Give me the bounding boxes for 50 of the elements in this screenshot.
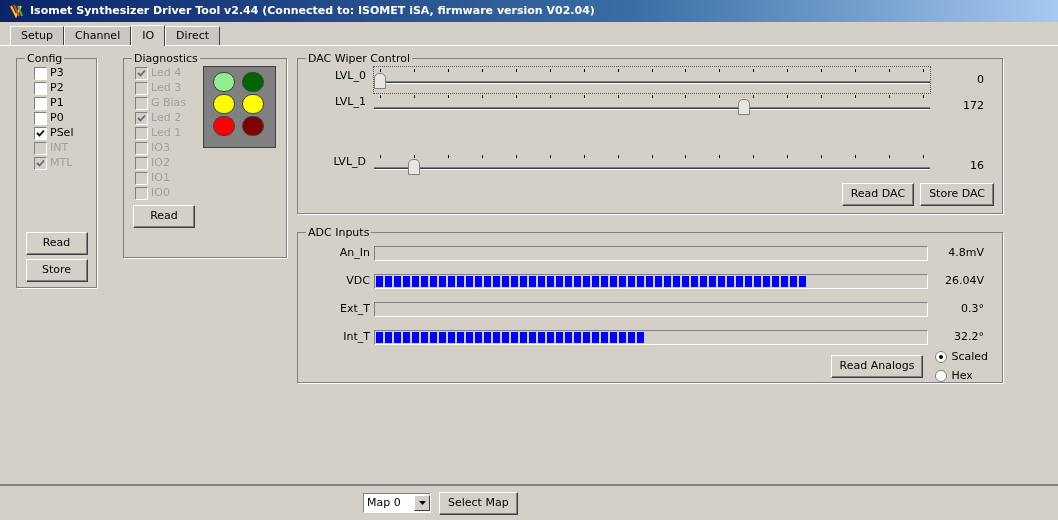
slider-value: 16 <box>970 157 985 174</box>
dac-button[interactable]: Read DAC <box>841 183 915 206</box>
checkbox-label: P2 <box>50 80 64 97</box>
tab[interactable]: Channel <box>64 26 132 45</box>
meter-label: An_In <box>338 244 371 261</box>
checkbox[interactable] <box>34 127 47 140</box>
tab[interactable]: IO <box>131 25 166 46</box>
read-analogs-button[interactable]: Read Analogs <box>830 355 924 378</box>
radio-label: Scaled <box>951 349 988 365</box>
tab[interactable]: Setup <box>10 26 65 45</box>
checkbox[interactable] <box>34 67 47 80</box>
meter-label: VDC <box>345 272 371 289</box>
checkbox-label: P1 <box>50 95 64 112</box>
meter-value: 32.2° <box>954 328 985 345</box>
checkbox[interactable] <box>34 97 47 110</box>
slider-label: LVL_1 <box>333 93 367 110</box>
slider-label: LVL_0 <box>333 67 367 84</box>
read-button[interactable]: Read <box>133 205 195 228</box>
checkbox[interactable] <box>34 82 47 95</box>
checkbox-label: P3 <box>50 65 64 82</box>
slider-thumb[interactable] <box>374 73 386 89</box>
group-button[interactable]: Store <box>25 259 88 282</box>
group-button[interactable]: Read <box>25 232 88 255</box>
checkbox-label: P0 <box>50 110 64 127</box>
checkbox-label: PSel <box>50 125 74 142</box>
checkbox[interactable] <box>34 112 47 125</box>
meter-value: 26.04V <box>945 272 985 289</box>
meter-value: 0.3° <box>961 300 985 317</box>
app-icon <box>10 4 26 18</box>
select-map-button[interactable]: Select Map <box>439 491 518 515</box>
group-title: ADC Inputs <box>307 226 371 239</box>
slider[interactable] <box>374 67 930 93</box>
slider-label: LVL_D <box>332 153 367 170</box>
slider-value: 0 <box>977 71 985 88</box>
dac-button[interactable]: Store DAC <box>920 183 994 206</box>
slider-value: 172 <box>963 97 985 114</box>
group-title: Diagnostics <box>133 52 199 65</box>
window-title: Isomet Synthesizer Driver Tool v2.44 (Connected to: ISOMET iSA, firmware version V02.04) <box>30 2 595 19</box>
map-dropdown[interactable]: Map 0 <box>363 493 431 513</box>
radio-button[interactable] <box>935 369 948 382</box>
meter-label: Int_T <box>342 328 371 345</box>
group-title: DAC Wiper Control <box>307 52 411 65</box>
meter-value: 4.8mV <box>948 244 985 261</box>
slider-thumb[interactable] <box>738 99 751 115</box>
tab[interactable]: Direct <box>165 26 221 45</box>
slider-thumb[interactable] <box>408 159 421 175</box>
meter-label: Ext_T <box>339 300 371 317</box>
group-title: Config <box>26 52 64 65</box>
radio-button[interactable] <box>935 351 948 364</box>
radio-label: Hex <box>951 367 973 384</box>
